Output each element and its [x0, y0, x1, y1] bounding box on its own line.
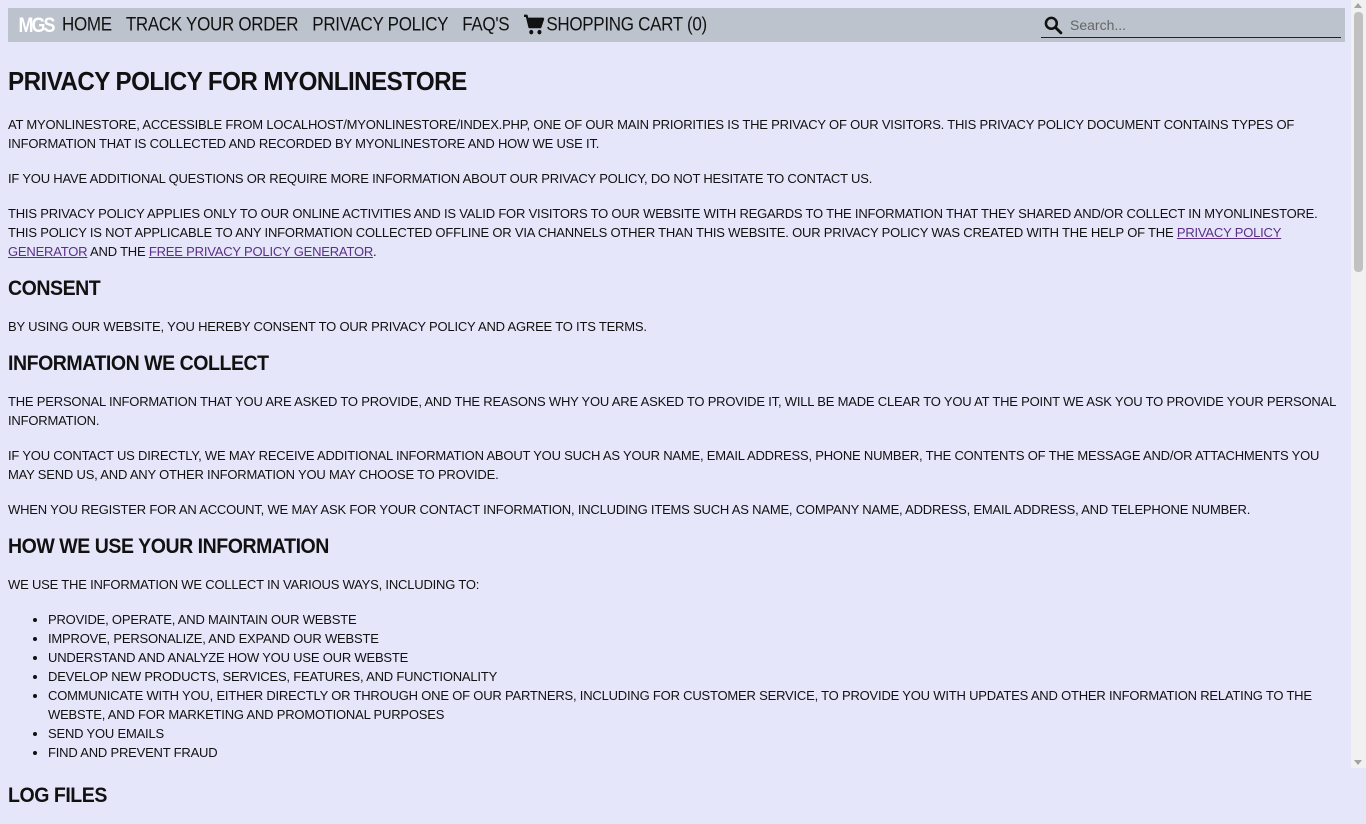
- list-item: Develop new products, services, features…: [48, 667, 1344, 686]
- how-we-use-heading: How we use your information: [8, 535, 329, 558]
- nav-privacy-policy-link[interactable]: PRIVACY POLICY: [312, 14, 448, 36]
- search-icon[interactable]: [1043, 15, 1063, 35]
- intro-paragraph-1: At MyOnlineStore, accessible from localh…: [8, 117, 1295, 151]
- shopping-cart-icon: [524, 14, 545, 35]
- collect-paragraph-3: When you register for an Account, we may…: [8, 502, 1251, 517]
- information-collect-heading: Information we collect: [8, 352, 269, 375]
- nav-shopping-cart-link[interactable]: SHOPPING CART (0): [523, 14, 707, 36]
- consent-heading: Consent: [8, 277, 101, 300]
- log-files-heading: Log Files: [8, 784, 107, 807]
- free-privacy-policy-generator-link[interactable]: Free Privacy Policy Generator: [149, 244, 373, 259]
- privacy-policy-content: Privacy Policy for MyOnlineStore At MyOn…: [8, 46, 1344, 824]
- use-paragraph: We use the information we collect in var…: [8, 577, 480, 592]
- nav-faqs-link[interactable]: FAQ'S: [462, 14, 509, 36]
- search-box: [1041, 13, 1341, 38]
- list-item: Find and prevent fraud: [48, 743, 1344, 762]
- collect-paragraph-1: The personal information that you are as…: [8, 394, 1336, 428]
- store-logo[interactable]: MGS: [19, 11, 56, 40]
- list-item: Provide, operate, and maintain our webst…: [48, 610, 1344, 629]
- intro-paragraph-3: This Privacy Policy applies only to our …: [8, 204, 1344, 261]
- scroll-up-arrow-icon[interactable]: [1354, 3, 1362, 8]
- top-navbar: MGS HOME TRACK YOUR ORDER PRIVACY POLICY…: [8, 8, 1345, 42]
- intro-p3-text-b: and the: [87, 244, 149, 259]
- page-title: Privacy Policy for MyOnlineStore: [8, 66, 467, 96]
- shopping-cart-label: SHOPPING CART (0): [546, 13, 707, 36]
- scrollbar-thumb[interactable]: [1354, 12, 1363, 272]
- page-scrollbar[interactable]: [1351, 0, 1366, 768]
- search-input[interactable]: [1068, 16, 1341, 34]
- consent-paragraph: By using our website, you hereby consent…: [8, 319, 647, 334]
- list-item: Improve, personalize, and expand our web…: [48, 629, 1344, 648]
- intro-paragraph-2: If you have additional questions or requ…: [8, 171, 873, 186]
- list-item: Communicate with you, either directly or…: [48, 686, 1344, 724]
- list-item: Send you emails: [48, 724, 1344, 743]
- use-list: Provide, operate, and maintain our webst…: [8, 610, 1344, 762]
- collect-paragraph-2: If you contact us directly, we may recei…: [8, 448, 1320, 482]
- nav-home-link[interactable]: HOME: [62, 14, 112, 36]
- intro-p3-text-c: .: [373, 244, 377, 259]
- intro-p3-text-a: This Privacy Policy applies only to our …: [8, 206, 1318, 240]
- scroll-down-arrow-icon[interactable]: [1354, 760, 1362, 765]
- nav-track-order-link[interactable]: TRACK YOUR ORDER: [126, 14, 299, 36]
- list-item: Understand and analyze how you use our w…: [48, 648, 1344, 667]
